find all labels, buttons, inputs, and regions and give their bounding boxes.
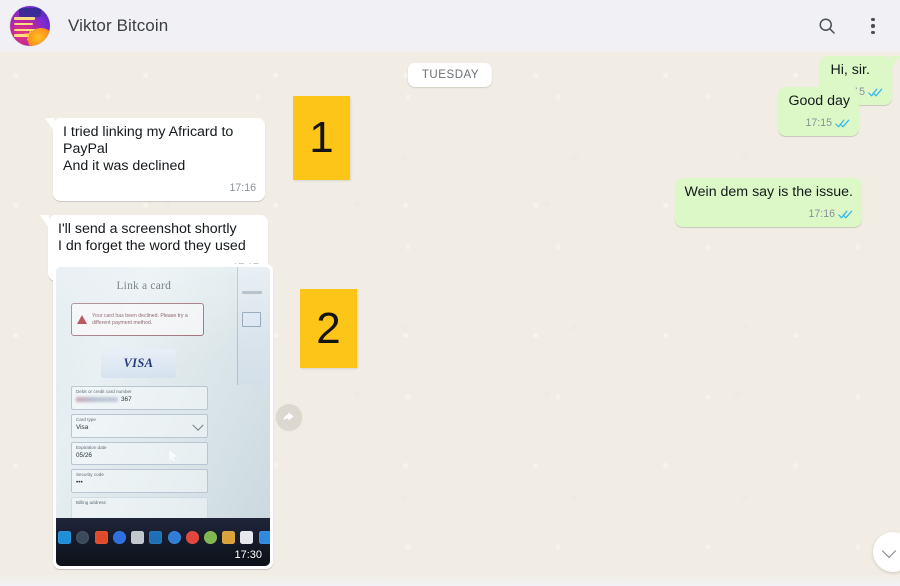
- chevron-down-icon: [192, 419, 204, 432]
- message-bubble-outgoing[interactable]: Good day 17:15: [778, 87, 859, 136]
- taskbar-icon: [149, 531, 163, 545]
- forward-icon: [283, 412, 294, 421]
- warning-icon: [76, 315, 87, 325]
- taskbar-icon: [204, 531, 217, 545]
- message-text: I'll send a screenshot shortly I dn forg…: [58, 221, 246, 254]
- taskbar-icon: [112, 531, 126, 545]
- avatar-deco-top: [19, 8, 41, 17]
- read-receipt-icon: [868, 88, 883, 97]
- more-options-button[interactable]: [860, 13, 886, 39]
- scroll-to-bottom-button[interactable]: [873, 532, 900, 572]
- date-divider: TUESDAY: [407, 63, 493, 87]
- field-value-text: 367: [120, 396, 132, 404]
- field-value: 05/26: [75, 451, 92, 459]
- read-receipt-icon: [838, 210, 853, 219]
- field-value: 367: [75, 395, 203, 404]
- message-bubble-incoming[interactable]: I tried linking my Africard to PayPal An…: [45, 118, 265, 201]
- message-time: 17:30: [234, 549, 262, 561]
- photo-field-expiration: Expiration date 05/26: [70, 441, 208, 466]
- avatar-deco-orange: [28, 28, 50, 46]
- taskbar-icon: [222, 531, 236, 545]
- photo-field-card-type: Card type Visa: [70, 413, 208, 438]
- taskbar-icon: [58, 531, 72, 545]
- annotation-marker-2: 2: [300, 289, 357, 368]
- message-text: Wein dem say is the issue.: [684, 184, 853, 200]
- bottom-fade: [0, 574, 900, 586]
- annotation-marker-1: 1: [293, 96, 350, 180]
- field-value: •••: [75, 479, 83, 487]
- field-label: Debit or credit card number: [75, 389, 132, 395]
- header-actions: [814, 13, 886, 39]
- whatsapp-chat-window: Viktor Bitcoin TUESDAY Hi, sir. 17:15: [0, 0, 900, 586]
- more-options-icon: [871, 17, 875, 35]
- bubble-tail: [891, 56, 900, 69]
- photo-visa-card: VISA: [100, 348, 176, 378]
- chevron-down-icon: [881, 543, 896, 558]
- taskbar-icon: [94, 531, 108, 545]
- chat-header: Viktor Bitcoin: [0, 0, 900, 52]
- redacted-digits: [75, 397, 118, 403]
- photo-page-title: Link a card: [116, 279, 172, 292]
- contact-avatar[interactable]: [10, 6, 50, 46]
- field-label: Billing address: [75, 499, 106, 505]
- taskbar-icon: [185, 531, 199, 545]
- read-receipt-icon: [835, 119, 850, 128]
- side-panel-line: [242, 290, 262, 294]
- taskbar-icon: [131, 531, 145, 545]
- search-icon: [819, 18, 835, 34]
- search-button[interactable]: [814, 13, 840, 39]
- visa-logo: VISA: [123, 355, 154, 370]
- message-meta: 17:16: [229, 180, 256, 197]
- attached-photo[interactable]: Link a card Your card has been declined.…: [56, 267, 270, 566]
- photo-field-billing-address: Billing address: [70, 496, 208, 520]
- message-meta: 17:16: [808, 206, 853, 223]
- photo-alert-text: Your card has been declined. Please try …: [91, 312, 188, 326]
- message-bubble-image[interactable]: Link a card Your card has been declined.…: [53, 264, 273, 569]
- side-panel-card-chip: [242, 311, 262, 327]
- field-value: Visa: [75, 423, 89, 431]
- message-text: Hi, sir.: [830, 62, 870, 78]
- taskbar-icon: [240, 531, 254, 545]
- bubble-tail: [45, 118, 54, 131]
- taskbar-icon: [167, 531, 181, 545]
- taskbar-icon: [258, 531, 270, 545]
- message-text: Good day: [788, 93, 850, 109]
- photo-laptop-screen: Link a card Your card has been declined.…: [56, 267, 270, 520]
- forward-message-button[interactable]: [276, 404, 302, 430]
- message-list[interactable]: TUESDAY Hi, sir. 17:15 Good day 17:15: [0, 52, 900, 586]
- message-time: 17:16: [808, 208, 835, 220]
- photo-mouse-cursor: [169, 450, 178, 462]
- field-label: Card type: [75, 416, 96, 422]
- message-bubble-outgoing[interactable]: Wein dem say is the issue. 17:16: [674, 178, 862, 227]
- photo-side-panel: [236, 267, 270, 386]
- bubble-tail: [40, 215, 49, 228]
- message-time: 17:15: [805, 117, 832, 129]
- field-label: Expiration date: [75, 444, 107, 450]
- photo-decline-alert: Your card has been declined. Please try …: [70, 303, 204, 337]
- photo-field-security-code: Security code •••: [70, 469, 208, 494]
- field-label: Security code: [75, 472, 104, 478]
- message-meta: 17:15: [805, 115, 850, 132]
- contact-name[interactable]: Viktor Bitcoin: [68, 16, 168, 36]
- taskbar-icon: [76, 531, 90, 545]
- message-text: I tried linking my Africard to PayPal An…: [63, 124, 234, 174]
- message-time: 17:16: [229, 182, 256, 194]
- photo-field-card-number: Debit or credit card number 367: [70, 386, 208, 411]
